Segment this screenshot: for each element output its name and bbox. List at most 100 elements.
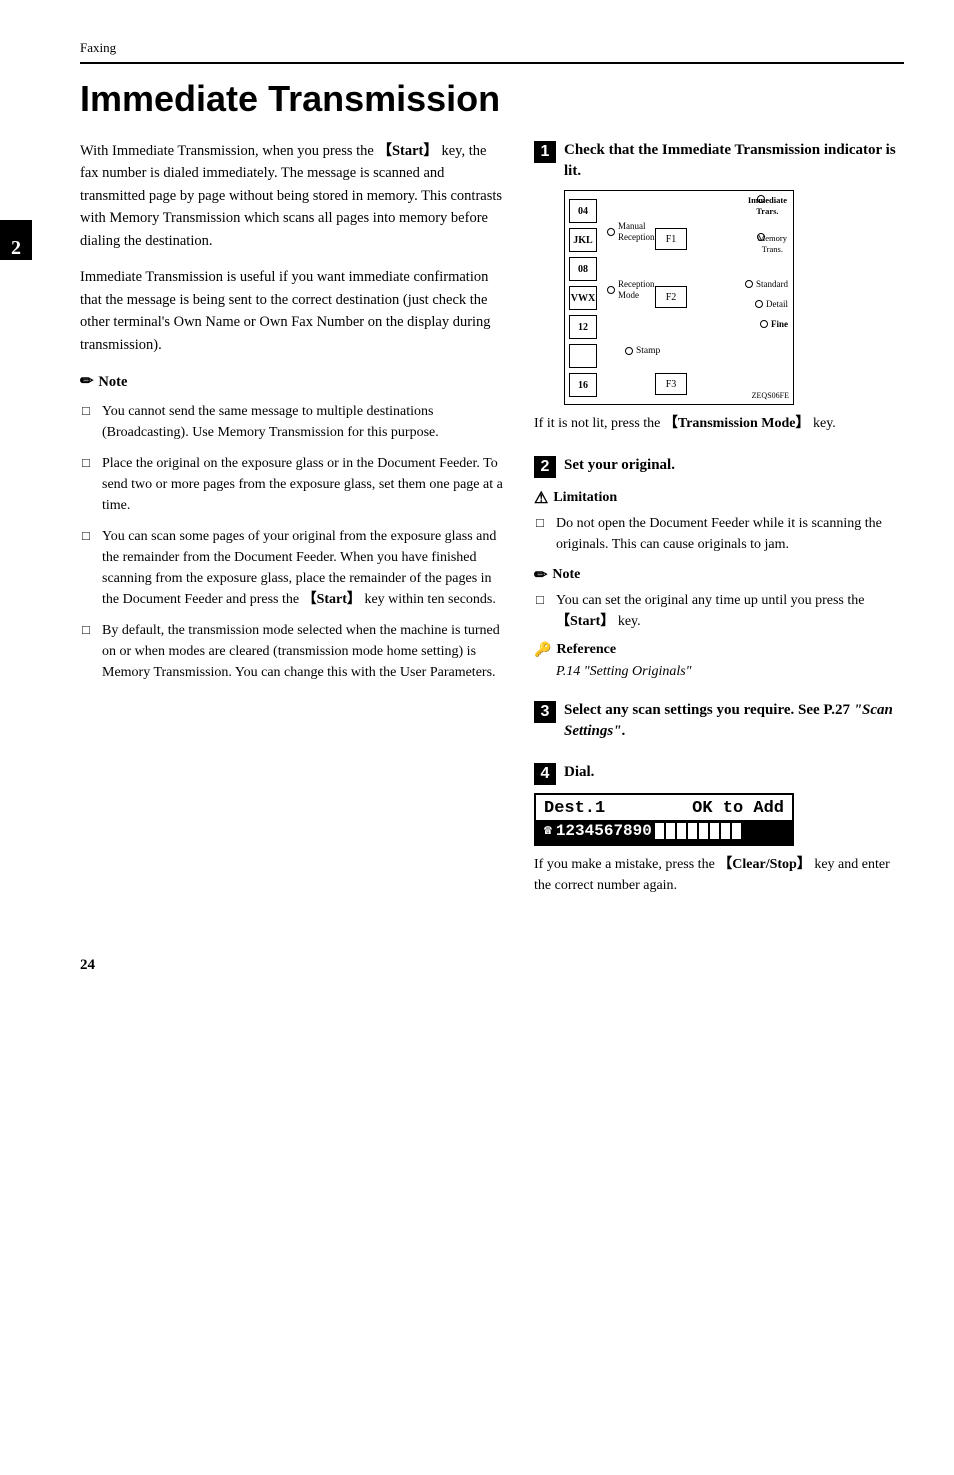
detail-radio — [755, 300, 763, 308]
reception-radio-circle — [607, 286, 615, 294]
limitation-icon: ⚠ — [534, 488, 548, 508]
note-label: Note — [98, 371, 127, 393]
reception-mode-label: ReceptionMode — [618, 279, 655, 301]
dial-ok-add: OK to Add — [692, 799, 784, 818]
limitation-heading: ⚠ Limitation — [534, 488, 904, 508]
panel-inner: 04 JKL 08 VWX 12 16 ManualReception — [565, 191, 793, 404]
step-2-row: 2 Set your original. — [534, 455, 904, 478]
reception-mode-group: ReceptionMode — [607, 279, 655, 303]
immediate-label: ImmediateTrars. — [748, 195, 787, 217]
dial-row2: ☎ 1234567890 — [536, 820, 792, 844]
intro-para-1: With Immediate Transmission, when you pr… — [80, 140, 504, 252]
manual-reception-label: ManualReception — [618, 221, 655, 243]
standard-label: Standard — [756, 279, 788, 289]
btn-08: 08 — [569, 257, 597, 281]
reference-icon: 🔑 — [534, 642, 551, 659]
panel-watermark: ZEQS06FE — [752, 391, 789, 400]
detail-label: Detail — [766, 299, 788, 309]
note-list: You cannot send the same message to mult… — [80, 401, 504, 683]
step-1-after-text: If it is not lit, press the 【Transmissio… — [534, 413, 904, 435]
reception-mode-radio: ReceptionMode — [607, 279, 655, 301]
step-2-note-icon: ✏ — [534, 565, 547, 585]
left-column: With Immediate Transmission, when you pr… — [80, 140, 504, 693]
right-column: 1 Check that the Immediate Transmission … — [534, 140, 904, 917]
step-2-note: ✏ Note You can set the original any time… — [534, 565, 904, 632]
limitation-label: Limitation — [553, 490, 617, 506]
limitation-list: Do not open the Document Feeder while it… — [534, 513, 904, 555]
page-footer: 24 — [80, 957, 904, 974]
step-1-block: 1 Check that the Immediate Transmission … — [534, 140, 904, 435]
step-3-title: Select any scan settings you require. Se… — [564, 700, 904, 742]
manual-reception-group: ManualReception — [607, 221, 655, 245]
btn-16: 16 — [569, 373, 597, 397]
reference-label: Reference — [556, 642, 616, 658]
page-wrapper: 2 Faxing Immediate Transmission With Imm… — [0, 0, 954, 1014]
note-item-3: You can scan some pages of your original… — [80, 526, 504, 610]
stamp-group: Stamp — [625, 344, 660, 360]
fine-label: Fine — [771, 319, 788, 329]
btn-12: 12 — [569, 315, 597, 339]
note-item-4: By default, the transmission mode select… — [80, 620, 504, 683]
standard-radio — [745, 280, 753, 288]
btn-04: 04 — [569, 199, 597, 223]
section-label: Faxing — [80, 40, 904, 56]
note-item-1: You cannot send the same message to mult… — [80, 401, 504, 443]
stamp-radio-circle — [625, 347, 633, 355]
reference-heading: 🔑 Reference — [534, 642, 904, 659]
note-heading: ✏ Note — [80, 370, 504, 395]
step-2-title: Set your original. — [564, 455, 675, 476]
manual-reception-radio: ManualReception — [607, 221, 655, 243]
step-1-row: 1 Check that the Immediate Transmission … — [534, 140, 904, 182]
step-1-title: Check that the Immediate Transmission in… — [564, 140, 904, 182]
section-divider — [80, 62, 904, 64]
step-2-note-list: You can set the original any time up unt… — [534, 590, 904, 632]
btn-vwx: VWX — [569, 286, 597, 310]
step-4-block: 4 Dial. Dest.1 OK to Add ☎ 1234567890 — [534, 762, 904, 897]
standard-group: Standard — [745, 279, 788, 289]
stamp-label: Stamp — [636, 344, 660, 358]
dial-row1: Dest.1 OK to Add — [536, 795, 792, 820]
fine-radio — [760, 320, 768, 328]
fn-f3-btn: F3 — [655, 373, 687, 395]
step-2-number: 2 — [534, 456, 556, 478]
step-3-block: 3 Select any scan settings you require. … — [534, 700, 904, 742]
limitation-block: ⚠ Limitation Do not open the Document Fe… — [534, 488, 904, 555]
fine-group: Fine — [760, 319, 788, 329]
step-4-after-text: If you make a mistake, press the 【Clear/… — [534, 854, 904, 897]
note-section: ✏ Note You cannot send the same message … — [80, 370, 504, 683]
fn-f1-btn: F1 — [655, 228, 687, 250]
page-number: 24 — [80, 957, 95, 974]
stamp-radio: Stamp — [625, 344, 660, 358]
step-4-row: 4 Dial. — [534, 762, 904, 785]
fax-icon: ☎ — [544, 823, 552, 838]
step-3-number: 3 — [534, 701, 556, 723]
note-icon: ✏ — [80, 370, 93, 395]
chapter-tab: 2 — [0, 220, 32, 260]
step-2-note-heading: ✏ Note — [534, 565, 904, 585]
panel-diagram: 04 JKL 08 VWX 12 16 ManualReception — [564, 190, 794, 405]
step-2-note-label: Note — [552, 567, 580, 583]
dial-dest: Dest.1 — [544, 799, 605, 818]
detail-group: Detail — [755, 299, 788, 309]
step-1-number: 1 — [534, 141, 556, 163]
dial-display: Dest.1 OK to Add ☎ 1234567890 — [534, 793, 794, 846]
step-2-block: 2 Set your original. ⚠ Limitation Do not… — [534, 455, 904, 680]
step-3-row: 3 Select any scan settings you require. … — [534, 700, 904, 742]
immediate-radio — [757, 195, 765, 206]
page-title: Immediate Transmission — [80, 78, 904, 120]
btn-blank1 — [569, 344, 597, 368]
fn-f2-btn: F2 — [655, 286, 687, 308]
btn-jkl: JKL — [569, 228, 597, 252]
intro-section: With Immediate Transmission, when you pr… — [80, 140, 904, 917]
step-2-note-item-1: You can set the original any time up unt… — [534, 590, 904, 632]
step-2-reference: 🔑 Reference P.14 "Setting Originals" — [534, 642, 904, 680]
dial-cursor-blocks — [654, 823, 742, 839]
manual-radio-circle — [607, 228, 615, 236]
memory-trans-radio — [757, 233, 765, 244]
step-4-title: Dial. — [564, 762, 594, 783]
step-4-number: 4 — [534, 763, 556, 785]
intro-para-2: Immediate Transmission is useful if you … — [80, 266, 504, 356]
reference-text: P.14 "Setting Originals" — [534, 664, 904, 680]
limitation-item-1: Do not open the Document Feeder while it… — [534, 513, 904, 555]
note-item-2: Place the original on the exposure glass… — [80, 453, 504, 516]
